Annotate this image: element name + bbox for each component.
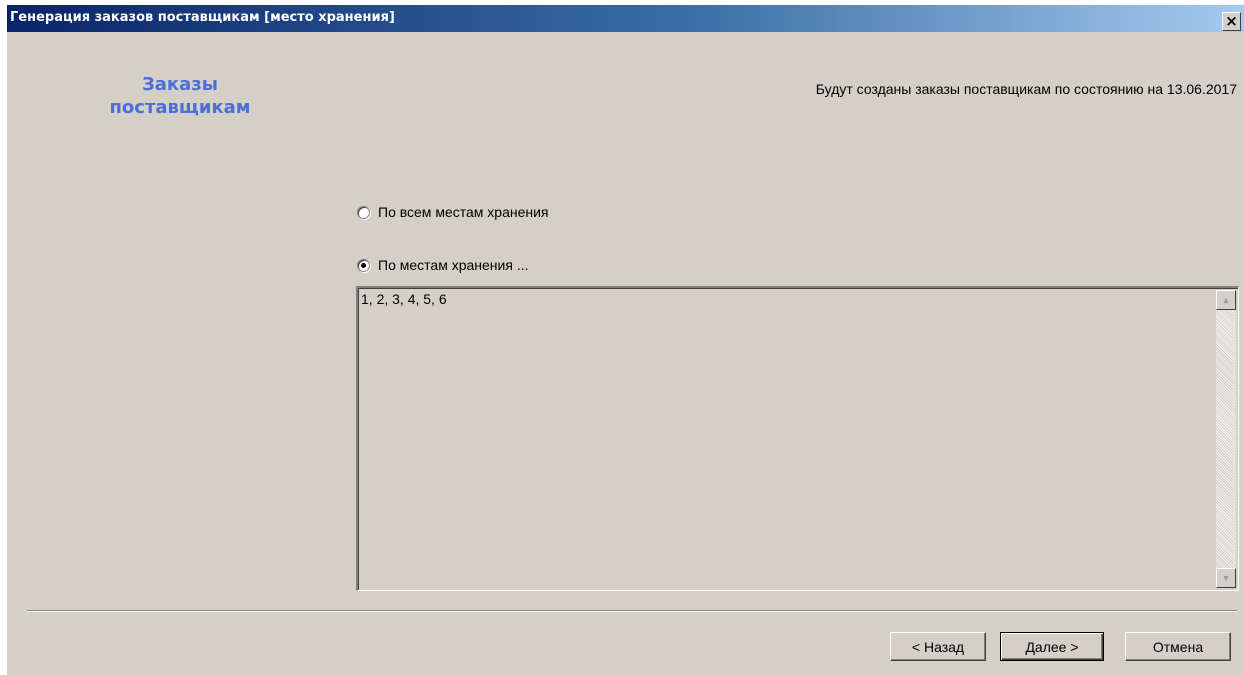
scroll-down-arrow-icon: ▼ [1221,573,1231,583]
separator-line [27,610,1237,612]
locations-value: 1, 2, 3, 4, 5, 6 [361,291,447,307]
radio-button-checked-icon[interactable] [357,258,370,272]
close-icon: × [1225,12,1238,30]
vertical-scrollbar[interactable]: ▲ ▼ [1216,290,1236,588]
dialog-window: Генерация заказов поставщикам [место хра… [7,5,1244,675]
scroll-down-button[interactable]: ▼ [1216,568,1236,588]
radio-selected-locations-label: По местам хранения ... [378,257,529,273]
window-title: Генерация заказов поставщикам [место хра… [10,10,395,25]
next-button[interactable]: Далее > [1000,632,1104,661]
heading-line-1: Заказы [141,74,219,95]
close-button[interactable]: × [1222,12,1241,31]
status-text: Будут созданы заказы поставщикам по сост… [815,81,1237,97]
heading-line-2: поставщикам [109,97,251,118]
radio-button-icon[interactable] [357,205,370,219]
locations-textarea[interactable]: 1, 2, 3, 4, 5, 6 ▲ ▼ [356,286,1239,591]
page-heading: Заказы поставщикам [65,73,295,119]
title-bar: Генерация заказов поставщикам [место хра… [7,5,1244,32]
radio-selected-locations[interactable]: По местам хранения ... [357,256,529,274]
back-button[interactable]: < Назад [890,632,986,661]
radio-all-locations[interactable]: По всем местам хранения [357,203,549,221]
radio-all-locations-label: По всем местам хранения [378,204,549,220]
cancel-button[interactable]: Отмена [1125,632,1231,661]
scroll-up-button[interactable]: ▲ [1216,290,1236,310]
scroll-up-arrow-icon: ▲ [1221,295,1231,305]
